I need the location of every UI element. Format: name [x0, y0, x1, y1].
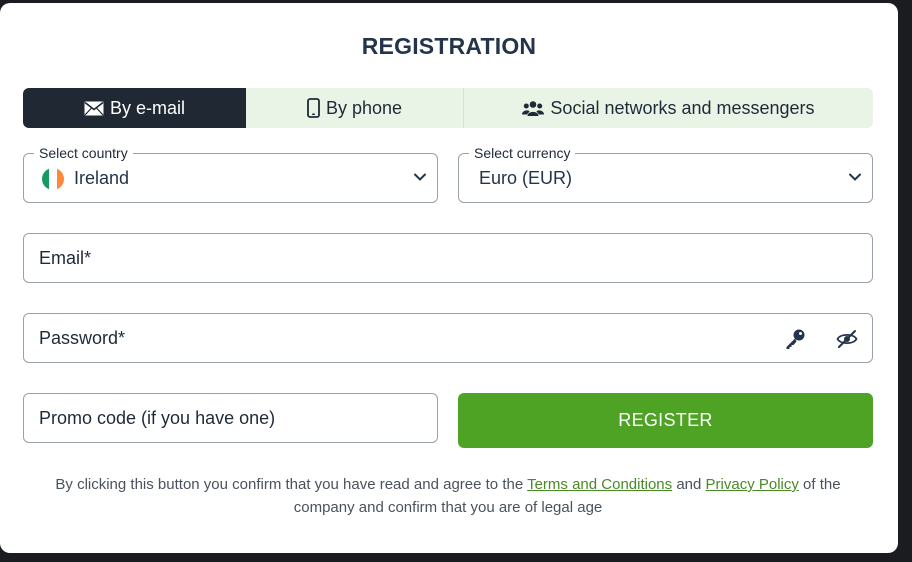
phone-icon [307, 98, 320, 118]
key-icon[interactable] [783, 327, 807, 351]
privacy-policy-link[interactable]: Privacy Policy [706, 476, 799, 493]
tab-label: By phone [325, 97, 403, 118]
email-field[interactable]: Email* [23, 233, 873, 283]
country-value: Ireland [74, 168, 130, 188]
disclaimer-text: and [672, 476, 706, 493]
terms-disclaimer: By clicking this button you confirm that… [23, 473, 873, 519]
ireland-flag-icon [42, 168, 64, 190]
password-field[interactable]: Password* [23, 313, 873, 363]
promo-code-field[interactable]: Promo code (if you have one) [23, 393, 438, 443]
email-placeholder: Email* [39, 248, 92, 268]
disclaimer-text: By clicking this button you confirm that… [55, 476, 528, 493]
currency-value: Euro (EUR) [479, 168, 573, 188]
registration-tabs: By e-mail By phone Social networks and m… [23, 88, 873, 128]
tab-social-networks[interactable]: Social networks and messengers [464, 88, 873, 128]
chevron-down-icon [413, 170, 427, 189]
registration-modal: REGISTRATION By e-mail By phone Social n… [0, 3, 898, 553]
terms-link[interactable]: Terms and Conditions [527, 476, 672, 493]
currency-select-label: Select currency [469, 144, 576, 162]
tab-label: By e-mail [109, 97, 185, 118]
envelope-icon [84, 101, 104, 116]
password-placeholder: Password* [39, 328, 126, 348]
tab-by-phone[interactable]: By phone [246, 88, 464, 128]
chevron-down-icon [848, 170, 862, 189]
users-icon [522, 100, 545, 117]
register-button[interactable]: REGISTER [458, 393, 873, 448]
tab-by-email[interactable]: By e-mail [23, 88, 246, 128]
background-edge [898, 0, 912, 562]
eye-slash-icon[interactable] [835, 327, 859, 351]
country-select-label: Select country [34, 144, 133, 162]
tab-label: Social networks and messengers [550, 97, 815, 118]
country-select[interactable]: Select country Ireland [23, 144, 438, 203]
currency-select[interactable]: Select currency Euro (EUR) [458, 144, 873, 203]
page-title: REGISTRATION [361, 33, 537, 59]
promo-code-placeholder: Promo code (if you have one) [39, 408, 276, 428]
